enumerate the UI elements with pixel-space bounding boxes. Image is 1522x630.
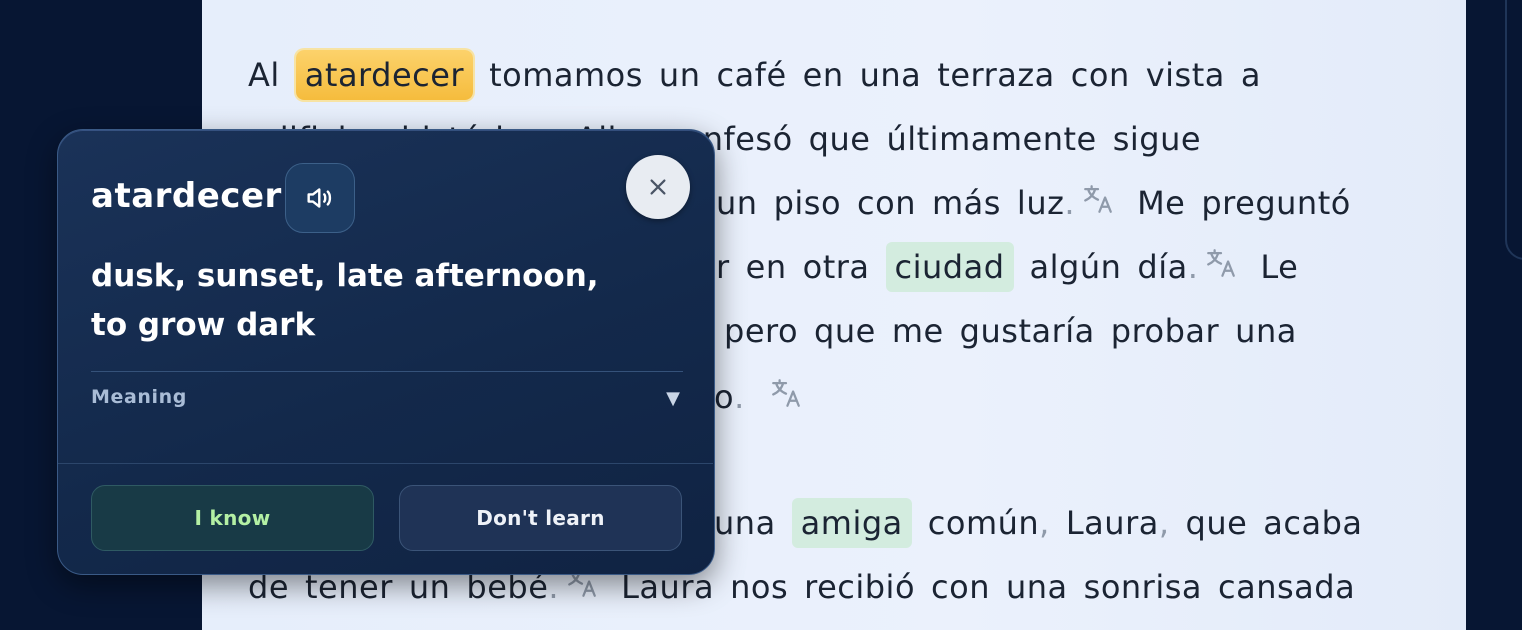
dont-learn-button[interactable]: Don't learn	[399, 485, 682, 551]
translation-text: dusk, sunset, late afternoon, to grow da…	[91, 252, 611, 350]
word[interactable]: una	[860, 50, 922, 100]
word[interactable]: sigue	[1113, 114, 1201, 164]
punctuation: ,	[1039, 504, 1050, 542]
translate-icon[interactable]	[1204, 244, 1238, 294]
text-line-4: r en otra ciudad algún día. Le	[716, 242, 1298, 292]
side-panel-edge	[1505, 0, 1522, 260]
word-known-highlight[interactable]: amiga	[791, 498, 912, 548]
word[interactable]: gustaría	[960, 306, 1095, 356]
word[interactable]: con	[1071, 50, 1130, 100]
word[interactable]: o	[714, 372, 734, 422]
word[interactable]: una	[1006, 562, 1068, 612]
word[interactable]: con	[857, 178, 916, 228]
caret-down-icon: ▼	[666, 388, 680, 409]
word[interactable]: acaba	[1263, 498, 1362, 548]
word[interactable]: recibió	[804, 562, 915, 612]
divider	[58, 463, 713, 464]
word[interactable]: una	[714, 498, 776, 548]
text-line-3: un piso con más luz. Me preguntó	[716, 178, 1351, 228]
word[interactable]: en	[803, 50, 844, 100]
pronounce-button[interactable]	[285, 163, 355, 233]
word[interactable]: últimamente	[886, 114, 1096, 164]
meaning-dropdown[interactable]: Meaning ▼	[91, 386, 683, 416]
word[interactable]: probar	[1111, 306, 1219, 356]
divider	[91, 371, 683, 372]
word-popup: atardecer dusk, sunset, late afternoon, …	[57, 129, 715, 575]
word[interactable]: una	[1235, 306, 1297, 356]
close-button[interactable]	[626, 155, 690, 219]
word[interactable]: me	[892, 306, 944, 356]
word[interactable]: piso	[774, 178, 841, 228]
word[interactable]: tomamos	[489, 50, 643, 100]
text-line-7: una amiga común, Laura, que acaba	[714, 498, 1363, 548]
word[interactable]: sonrisa	[1084, 562, 1202, 612]
translate-icon[interactable]	[1081, 180, 1115, 230]
punctuation: .	[1187, 248, 1199, 286]
word[interactable]: Me	[1137, 178, 1185, 228]
word-current-highlight[interactable]: atardecer	[295, 50, 474, 100]
text-line-5: pero que me gustaría probar una	[724, 306, 1297, 356]
word[interactable]: con	[931, 562, 990, 612]
word[interactable]: que	[814, 306, 876, 356]
word[interactable]: Al	[248, 50, 280, 100]
close-icon	[650, 179, 666, 195]
word[interactable]: día	[1137, 242, 1187, 292]
word[interactable]: un	[716, 178, 758, 228]
text-line-6: o.	[714, 372, 809, 422]
word[interactable]: que	[1186, 498, 1248, 548]
word[interactable]: Le	[1260, 242, 1298, 292]
word[interactable]: terraza	[937, 50, 1055, 100]
word[interactable]: nos	[730, 562, 788, 612]
word[interactable]: cansada	[1218, 562, 1355, 612]
word[interactable]: en	[746, 242, 787, 292]
meaning-label: Meaning	[91, 386, 187, 408]
popup-word: atardecer	[91, 176, 282, 216]
word-known-highlight[interactable]: ciudad	[885, 242, 1014, 292]
word[interactable]: luz	[1017, 178, 1064, 228]
word[interactable]: otra	[803, 242, 870, 292]
punctuation: .	[734, 378, 745, 416]
text-line-1: Al atardecer tomamos un café en una terraza con v…	[248, 50, 1261, 100]
word[interactable]: algún	[1030, 242, 1122, 292]
speaker-icon	[307, 188, 332, 208]
word[interactable]: vista	[1146, 50, 1225, 100]
punctuation: .	[1064, 184, 1076, 222]
word[interactable]: r	[716, 242, 730, 292]
word[interactable]: pero	[724, 306, 798, 356]
word[interactable]: común	[928, 498, 1039, 548]
translate-icon[interactable]	[769, 374, 803, 424]
translation-line: to grow dark	[91, 307, 316, 343]
word[interactable]: más	[932, 178, 1001, 228]
word[interactable]: café	[716, 50, 786, 100]
word[interactable]: preguntó	[1201, 178, 1350, 228]
punctuation: ,	[1158, 504, 1170, 542]
translation-line: dusk, sunset, late afternoon,	[91, 258, 599, 294]
word[interactable]: Laura	[1066, 498, 1159, 548]
i-know-button[interactable]: I know	[91, 485, 374, 551]
word[interactable]: que	[809, 114, 871, 164]
word[interactable]: a	[1241, 50, 1261, 100]
word[interactable]: un	[659, 50, 701, 100]
